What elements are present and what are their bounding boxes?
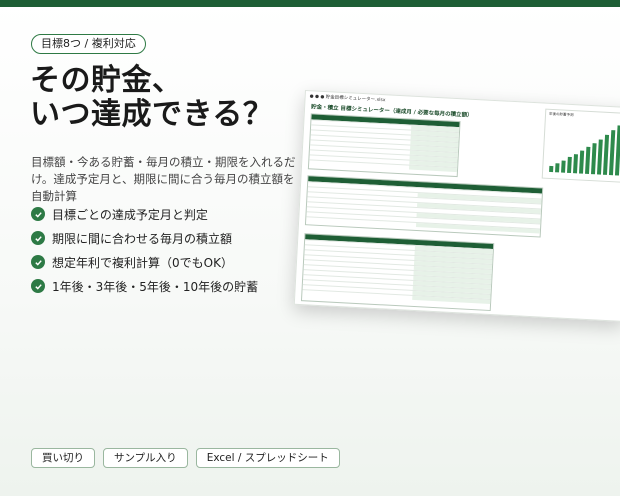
chart-bar — [561, 160, 566, 173]
description: 目標額・今ある貯蓄・毎月の積立・期限を入れるだけ。達成予定月と、期限に間に合う毎… — [31, 155, 296, 203]
chart-bar — [573, 153, 579, 174]
chart-bar — [596, 139, 603, 175]
chart-bars — [549, 120, 620, 176]
chart-bar — [614, 125, 620, 176]
chart-bar — [602, 134, 610, 175]
headline-line-2: いつ達成できる？ — [30, 97, 274, 132]
spreadsheet-preview: ● ● ● 貯金目標シミュレーター.xlsx 貯金・積立 目標シミュレーター（達… — [293, 90, 620, 322]
badge-excel: Excel / スプレッドシート — [195, 448, 340, 468]
chart-bar — [567, 156, 572, 174]
feature-text: 期限に間に合わせる毎月の積立額 — [52, 231, 233, 246]
goals-table — [304, 175, 544, 238]
chart-bar — [584, 147, 591, 174]
headline: その貯金、 いつ達成できる？ — [30, 64, 273, 132]
feature-item: 想定年利で複利計算（0でもOK） — [31, 250, 258, 274]
projection-table — [300, 233, 495, 312]
savings-chart: 年後の貯蓄予測 — [541, 108, 620, 183]
feature-text: 目標ごとの達成予定月と判定 — [52, 207, 208, 222]
feature-list: 目標ごとの達成予定月と判定 期限に間に合わせる毎月の積立額 想定年利で複利計算（… — [31, 202, 258, 298]
badge-buyout: 買い切り — [31, 448, 95, 468]
feature-text: 1年後・3年後・5年後・10年後の貯蓄 — [52, 279, 259, 294]
check-icon — [31, 231, 45, 245]
check-icon — [31, 279, 45, 293]
spreadsheet-window: ● ● ● 貯金目標シミュレーター.xlsx 貯金・積立 目標シミュレーター（達… — [293, 90, 620, 322]
feature-item: 期限に間に合わせる毎月の積立額 — [31, 226, 258, 250]
top-bar — [0, 0, 620, 7]
feature-item: 目標ごとの達成予定月と判定 — [31, 202, 258, 226]
feature-item: 1年後・3年後・5年後・10年後の貯蓄 — [31, 274, 258, 298]
chart-title: 年後の貯蓄予測 — [548, 111, 574, 118]
feature-pill: 目標8つ / 複利対応 — [31, 34, 146, 54]
chart-bar — [555, 163, 560, 173]
badge-row: 買い切り サンプル入り Excel / スプレッドシート — [31, 448, 348, 468]
check-icon — [31, 207, 45, 221]
headline-line-1: その貯金、 — [30, 63, 183, 98]
feature-text: 想定年利で複利計算（0でもOK） — [52, 255, 233, 270]
chart-bar — [590, 143, 597, 175]
chart-bar — [579, 150, 585, 174]
badge-sample: サンプル入り — [103, 448, 188, 468]
chart-bar — [549, 166, 554, 173]
check-icon — [31, 255, 45, 269]
settings-table — [307, 113, 461, 178]
sheet-window-title: ● ● ● 貯金目標シミュレーター.xlsx — [309, 94, 386, 104]
